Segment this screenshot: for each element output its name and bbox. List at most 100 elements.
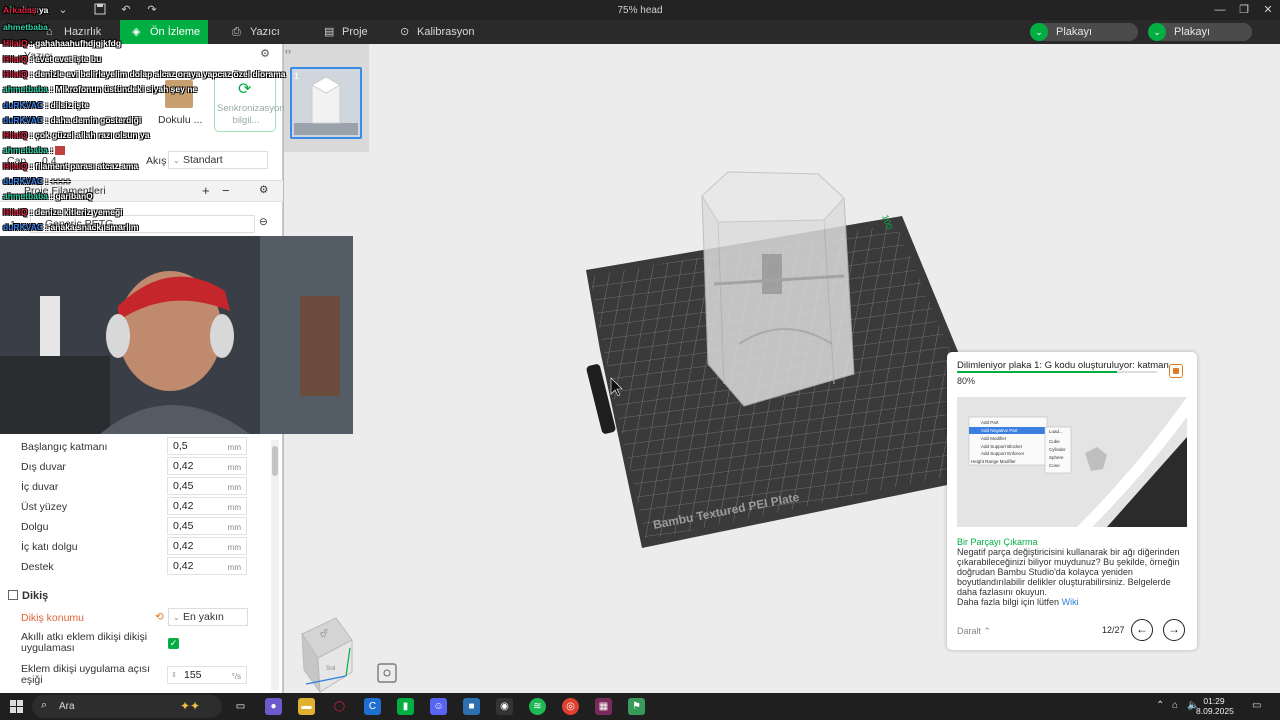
chat-message: ahmetbaba : (3, 145, 66, 156)
reset-icon[interactable]: ⟲ (155, 611, 164, 623)
top-surface-label: Üst yüzey (21, 501, 68, 513)
chevron-down-icon[interactable]: ⌄ (1030, 23, 1048, 41)
chat-message: Arkadaş ya (3, 5, 49, 15)
smart-seam-label: Akıllı atkı eklem dikişi dikişi uygulama… (21, 631, 148, 654)
print-plate-button[interactable]: ⌄ Plakayı Yazdır (1148, 23, 1252, 56)
svg-text:Cone: Cone (1049, 463, 1060, 468)
slicing-percent: 80% (957, 376, 976, 386)
chevron-down-icon: ⌄ (173, 613, 180, 622)
tip-body: Negatif parça değiştiricisini kullanarak… (957, 547, 1180, 607)
chevron-up-icon: ⌃ (983, 626, 992, 636)
tab-project[interactable]: ▤ Proje (322, 20, 382, 44)
collapse-tips-button[interactable]: Daralt ⌃ (957, 626, 991, 637)
maximize-button[interactable]: ❐ (1234, 2, 1254, 18)
printer-icon: ⎙ (232, 26, 241, 38)
model-object[interactable] (701, 171, 855, 407)
view-cube[interactable]: Ön Sol (301, 617, 353, 694)
tab-calibration[interactable]: ⊙ Kalibrasyon (398, 20, 488, 44)
svg-text:Cylinder: Cylinder (1049, 447, 1066, 452)
minimize-button[interactable]: — (1210, 2, 1230, 18)
document-icon: ▤ (324, 26, 335, 38)
flow-label: Akış (146, 155, 167, 167)
wiki-link[interactable]: Wiki (1062, 597, 1079, 607)
seam-angle-input[interactable]: ⇕ 155 °/s (167, 666, 247, 684)
initial-layer-input[interactable]: 0,5 mm (167, 437, 247, 455)
collapse-icon[interactable]: ‹› (285, 46, 291, 56)
app-window-icon[interactable]: ■ (463, 698, 480, 715)
task-view-icon[interactable]: ▭ (232, 698, 249, 715)
svg-text:Add Support Blocker: Add Support Blocker (981, 444, 1023, 449)
clock[interactable]: 01:29 8.09.2025 (1196, 696, 1234, 716)
chat-message: HilalQ : evet evet işte bu (3, 54, 102, 64)
top-surface-input[interactable]: 0,42 mm (167, 497, 247, 515)
svg-text:Load...: Load... (1049, 429, 1063, 434)
search-icon: ⌕ (41, 699, 48, 711)
title-bar: ◆ Dosya ⌄ ↶ ↷ 75% head — ❐ ✕ (0, 0, 1280, 20)
gear-icon[interactable]: ⚙ (258, 47, 272, 61)
outer-wall-input[interactable]: 0,42 mm (167, 457, 247, 475)
tab-preview[interactable]: ◈ Ön İzleme (120, 20, 208, 44)
gear-icon[interactable]: ⚙ (259, 184, 268, 196)
seam-position-label: Dikiş konumu (21, 612, 85, 624)
obs-icon[interactable]: ◉ (496, 698, 513, 715)
bambu-studio-icon[interactable]: ▮ (397, 698, 414, 715)
bambu-studio-window: ◆ Dosya ⌄ ↶ ↷ 75% head — ❐ ✕ ⌂ Hazırlık … (0, 0, 1280, 720)
window-title: 75% head (617, 5, 663, 16)
emote-icon (55, 146, 66, 156)
internal-solid-infill-label: İç katı dolgu (21, 541, 78, 553)
discord-icon[interactable]: ☺ (430, 698, 447, 715)
seam-position-select[interactable]: ⌄ En yakın (168, 608, 248, 626)
spin-arrows-icon[interactable]: ⇕ (171, 667, 177, 684)
windows-taskbar: ⌕ Ara ✦✦ ▭ ● ▬ ◯ C ▮ ☺ ■ ◉ ≋ ◎ ▦ ⚑ ⌃ ⌂ 🔈… (0, 693, 1280, 720)
svg-text:Add Negative Part: Add Negative Part (981, 428, 1018, 433)
filament-name[interactable]: Dokulu ... (158, 114, 202, 126)
support-input[interactable]: 0,42 mm (167, 557, 247, 575)
chrome-icon[interactable]: ◎ (562, 698, 579, 715)
tab-device[interactable]: ⎙ Yazıcı (230, 20, 300, 44)
stop-slicing-button[interactable] (1169, 364, 1183, 378)
chat-message: duRKVAC : ++++ (3, 176, 71, 186)
add-icon[interactable]: + (202, 183, 210, 198)
infill-input[interactable]: 0,45 mm (167, 517, 247, 535)
remove-icon[interactable]: − (222, 183, 230, 198)
chevron-down-icon: ⌄ (173, 156, 180, 165)
chat-message: HilalQ : denizle evi belirleyelim dolap … (3, 69, 286, 79)
search-highlight-icon: ✦✦ (180, 699, 201, 713)
slice-plate-button[interactable]: ⌄ Plakayı dilimle (1030, 23, 1138, 56)
winrar-icon[interactable]: ▦ (595, 698, 612, 715)
taskbar-search[interactable]: ⌕ Ara ✦✦ (32, 695, 222, 718)
app-c-icon[interactable]: C (364, 698, 381, 715)
plate-thumbnail[interactable]: 1 (290, 67, 362, 139)
tip-pager: 12/27 (1102, 625, 1125, 635)
previous-tip-button[interactable]: ← (1131, 619, 1153, 641)
internal-solid-infill-input[interactable]: 0,42 mm (167, 537, 247, 555)
chat-message: HilalQ : çok güzel allah razı olsun ya (3, 130, 150, 140)
opera-icon[interactable]: ◯ (331, 698, 348, 715)
inner-wall-input[interactable]: 0,45 mm (167, 477, 247, 495)
spotify-icon[interactable]: ≋ (529, 698, 546, 715)
tray-chevron-icon[interactable]: ⌃ (1156, 700, 1164, 711)
chat-message: HilalQ : filament parası atcaz ama (3, 161, 139, 171)
remove-filament-icon[interactable]: ⊖ (259, 216, 268, 228)
notification-icon[interactable]: ▭ (1252, 700, 1261, 711)
focus-icon[interactable] (377, 663, 397, 683)
chevron-down-icon[interactable]: ⌄ (1148, 23, 1166, 41)
section-icon (8, 590, 18, 600)
seam-section-title: Dikiş (22, 590, 49, 602)
chat-message: ahmetbaba : Mikrofonun üstündeki siyah ş… (3, 84, 198, 94)
settings-scrollbar[interactable] (271, 440, 279, 690)
chat-message: duRKVAC : dilsiz işte (3, 100, 89, 110)
svg-text:Sol: Sol (326, 665, 336, 672)
copilot-icon[interactable]: ● (265, 698, 282, 715)
next-tip-button[interactable]: → (1163, 619, 1185, 641)
svg-text:Sphere: Sphere (1049, 455, 1064, 460)
svg-text:Add Part: Add Part (981, 420, 999, 425)
file-explorer-icon[interactable]: ▬ (298, 698, 315, 715)
windows-start-icon[interactable] (10, 700, 23, 713)
smart-seam-checkbox[interactable]: ✓ (168, 638, 179, 649)
flow-select[interactable]: ⌄ Standart (168, 151, 268, 169)
network-icon[interactable]: ⌂ (1172, 700, 1178, 711)
app-green-icon[interactable]: ⚑ (628, 698, 645, 715)
sync-button[interactable]: ⟳ Senkronizasyon bilgil... (214, 74, 285, 132)
close-button[interactable]: ✕ (1258, 2, 1278, 18)
